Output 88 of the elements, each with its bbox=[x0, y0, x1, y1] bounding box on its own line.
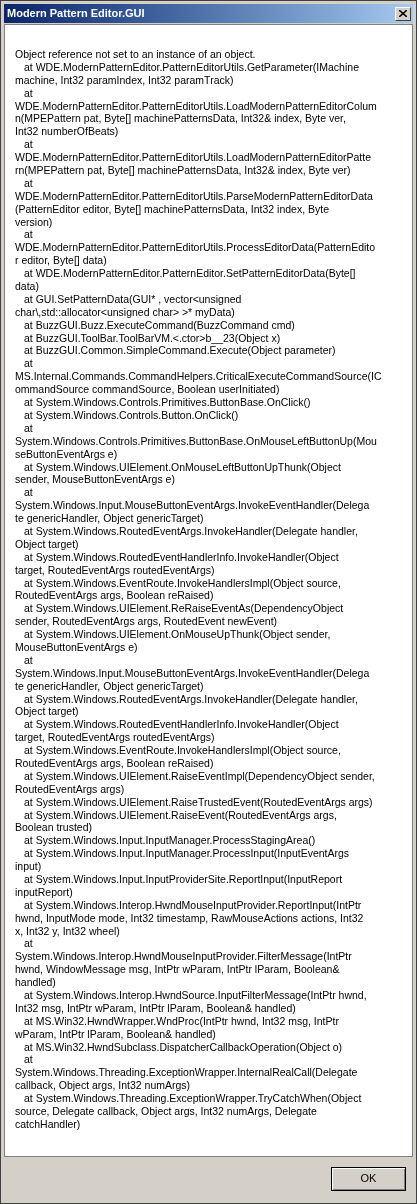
error-text-line: at bbox=[23, 138, 33, 152]
error-text-line: at bbox=[23, 653, 33, 667]
error-text-line: at bbox=[23, 357, 33, 371]
error-text-line: MouseButtonEventArgs e) bbox=[15, 640, 138, 654]
error-text-line: at System.Windows.EventRoute.InvokeHandlersImpl(Object source, bbox=[23, 744, 341, 757]
window-title: Modern Pattern Editor.GUI bbox=[7, 6, 145, 22]
error-text-line: WDE.ModernPatternEditor.PatternEditorUtils.LoadModernPatternEditorColum bbox=[15, 99, 377, 113]
error-text-line: at MS.Win32.HwndWrapper.WndProc(IntPtr hwnd, Int32 msg, IntPtr bbox=[23, 1014, 339, 1028]
error-text-line: System.Windows.Threading.ExceptionWrapper.InternalRealCall(Delegate bbox=[15, 1066, 358, 1080]
error-text-line: at bbox=[23, 937, 33, 951]
error-text-line: at bbox=[23, 486, 33, 500]
error-text-line: at System.Windows.Input.InputProviderSite.ReportInput(InputReport bbox=[23, 873, 343, 886]
error-text-line: at System.Windows.Interop.HwndSource.InputFilterMessage(IntPtr hwnd, bbox=[23, 989, 367, 1002]
error-text-line: at BuzzGUI.ToolBar.ToolBarVM.<.ctor>b__23(Object x) bbox=[23, 331, 281, 345]
error-text-line: x, Int32 y, Int32 wheel) bbox=[15, 924, 120, 938]
error-text-line: wParam, IntPtr lParam, Boolean& handled) bbox=[15, 1027, 216, 1041]
error-text-line: target, RoutedEventArgs routedEventArgs) bbox=[15, 563, 215, 577]
error-text-line: hwnd, WindowMessage msg, IntPtr wParam, IntPtr lParam, Boolean& bbox=[15, 963, 340, 977]
error-text-line: (PatternEditor editor, Byte[] machinePatternsData, Int32 index, Byte bbox=[15, 202, 329, 216]
error-text-line: data) bbox=[15, 280, 39, 293]
error-text-line: WDE.ModernPatternEditor.PatternEditorUtils.ParseModernPatternEditorData bbox=[15, 189, 373, 203]
error-text-line: target, RoutedEventArgs routedEventArgs) bbox=[15, 731, 215, 745]
error-text-line: char\,std::allocator<unsigned char> >* myData) bbox=[15, 305, 235, 319]
error-text-line: Int32 numberOfBeats) bbox=[15, 125, 119, 139]
error-text-line: at System.Windows.UIElement.RaiseTrustedEvent(RoutedEventArgs args) bbox=[23, 795, 373, 809]
error-text-line: sender, RoutedEventArgs args, RoutedEvent newEvent) bbox=[15, 615, 278, 629]
error-text-line: at System.Windows.UIElement.ReRaiseEventAs(DependencyObject bbox=[23, 602, 344, 616]
error-text-line: at System.Windows.UIElement.RaiseEvent(RoutedEventArgs args, bbox=[23, 808, 337, 822]
error-text-line: te genericHandler, Object genericTarget) bbox=[15, 679, 204, 693]
error-text-line: MS.Internal.Commands.CommandHelpers.CriticalExecuteCommandSource(IC bbox=[15, 370, 382, 384]
error-text-line: at System.Windows.RoutedEventHandlerInfo.InvokeHandler(Object bbox=[23, 718, 339, 732]
error-text-line: at GUI.SetPatternData(GUI* , vector<unsigned bbox=[23, 292, 242, 306]
error-text-line: at bbox=[23, 176, 33, 190]
error-text-line: callback, Object args, Int32 numArgs) bbox=[15, 1079, 191, 1093]
error-text-line: at System.Windows.RoutedEventArgs.InvokeHandler(Delegate handler, bbox=[23, 692, 358, 706]
close-icon bbox=[399, 10, 407, 17]
error-text-line: hwnd, InputMode mode, Int32 timestamp, RawMouseActions actions, Int32 bbox=[15, 911, 364, 925]
error-text-line: te genericHandler, Object genericTarget) bbox=[15, 512, 204, 525]
error-text-line: inputReport) bbox=[15, 885, 73, 899]
error-text-line: catchHandler) bbox=[15, 1117, 81, 1131]
error-text-line: at System.Windows.UIElement.OnMouseUpThunk(Object sender, bbox=[23, 628, 331, 641]
error-text-line: Object reference not set to an instance of an object. bbox=[15, 48, 256, 61]
error-text-line: machine, Int32 paramIndex, Int32 paramTrack) bbox=[15, 73, 234, 87]
error-text-line: seButtonEventArgs e) bbox=[15, 447, 118, 461]
error-text-line: WDE.ModernPatternEditor.PatternEditorUtils.ProcessEditorData(PatternEdito bbox=[15, 241, 376, 255]
error-text-line: Object target) bbox=[15, 705, 79, 719]
error-text-line: Boolean trusted) bbox=[15, 821, 93, 835]
error-text-line: handled) bbox=[15, 976, 56, 989]
error-text-line: at bbox=[23, 228, 33, 242]
error-text-line: RoutedEventArgs args, Boolean reRaised) bbox=[15, 589, 214, 603]
error-text-line: System.Windows.Interop.HwndMouseInputProvider.FilterMessage(IntPtr bbox=[15, 950, 352, 964]
error-text-line: at WDE.ModernPatternEditor.PatternEditor.SetPatternEditorData(Byte[] bbox=[23, 267, 356, 281]
error-text-line: source, Delegate callback, Object args, Int32 numArgs, Delegate bbox=[15, 1105, 317, 1118]
error-text-line: r editor, Byte[] data) bbox=[15, 254, 107, 268]
error-text-line: at bbox=[23, 86, 33, 100]
error-text-line: Object target) bbox=[15, 537, 79, 551]
error-text-line: at System.Windows.Interop.HwndMouseInputProvider.ReportInput(IntPtr bbox=[23, 898, 362, 912]
error-text-line: sender, MouseButtonEventArgs e) bbox=[15, 473, 175, 487]
error-text-line: at System.Windows.UIElement.OnMouseLeftButtonUpThunk(Object bbox=[23, 460, 341, 474]
error-text-line: rn(MPEPattern pat, Byte[] machinePatternsData, Int32& index, Byte ver) bbox=[15, 164, 351, 177]
error-text-line: RoutedEventArgs args, Boolean reRaised) bbox=[15, 757, 214, 770]
error-text-line: at bbox=[23, 421, 33, 435]
error-text-line: RoutedEventArgs args) bbox=[15, 782, 125, 796]
error-text-line: at System.Windows.RoutedEventArgs.InvokeHandler(Delegate handler, bbox=[23, 524, 358, 538]
error-text-line: at System.Windows.Input.InputManager.ProcessInput(InputEventArgs bbox=[23, 847, 350, 861]
error-text-line: at System.Windows.RoutedEventHandlerInfo.InvokeHandler(Object bbox=[23, 550, 339, 564]
error-text-line: at System.Windows.Threading.ExceptionWrapper.TryCatchWhen(Object bbox=[23, 1092, 362, 1106]
error-text-line: at System.Windows.Controls.Primitives.ButtonBase.OnClick() bbox=[23, 396, 311, 409]
error-text-line: at BuzzGUI.Buzz.ExecuteCommand(BuzzCommand cmd) bbox=[23, 318, 295, 332]
error-text-line: System.Windows.Controls.Primitives.ButtonBase.OnMouseLeftButtonUp(Mou bbox=[15, 434, 377, 448]
error-text-line: version) bbox=[15, 215, 53, 229]
ok-button[interactable]: OK bbox=[331, 1166, 406, 1191]
error-text-line: at MS.Win32.HwndSubclass.DispatcherCallbackOperation(Object o) bbox=[23, 1040, 343, 1054]
error-text-line: at WDE.ModernPatternEditor.PatternEditorUtils.GetParameter(IMachine bbox=[23, 60, 359, 74]
error-text-line: at System.Windows.UIElement.RaiseEventImpl(DependencyObject sender, bbox=[23, 769, 375, 783]
error-text-line: System.Windows.Input.MouseButtonEventArgs.InvokeEventHandler(Delega bbox=[15, 666, 370, 680]
error-text-line: WDE.ModernPatternEditor.PatternEditorUtils.LoadModernPatternEditorPatte bbox=[15, 151, 371, 164]
error-text-line: at BuzzGUI.Common.SimpleCommand.Execute(Object parameter) bbox=[23, 344, 336, 358]
error-text-line: System.Windows.Input.MouseButtonEventArgs.InvokeEventHandler(Delega bbox=[15, 499, 370, 513]
error-text-line: at System.Windows.Input.InputManager.ProcessStagingArea() bbox=[23, 834, 316, 848]
error-text-line: at System.Windows.Controls.Button.OnClick() bbox=[23, 408, 239, 422]
close-button[interactable] bbox=[395, 6, 411, 21]
error-text-line: n(MPEPattern pat, Byte[] machinePatternsData, Int32& index, Byte ver, bbox=[15, 112, 346, 126]
error-text-line: at bbox=[23, 1053, 33, 1067]
error-text-line: input) bbox=[15, 860, 42, 873]
error-text-line: Int32 msg, IntPtr wParam, IntPtr lParam, Boolean& handled) bbox=[15, 1001, 296, 1015]
error-text-line: at System.Windows.EventRoute.InvokeHandlersImpl(Object source, bbox=[23, 576, 341, 590]
error-text-line: ommandSource commandSource, Boolean userInitiated) bbox=[15, 383, 280, 397]
